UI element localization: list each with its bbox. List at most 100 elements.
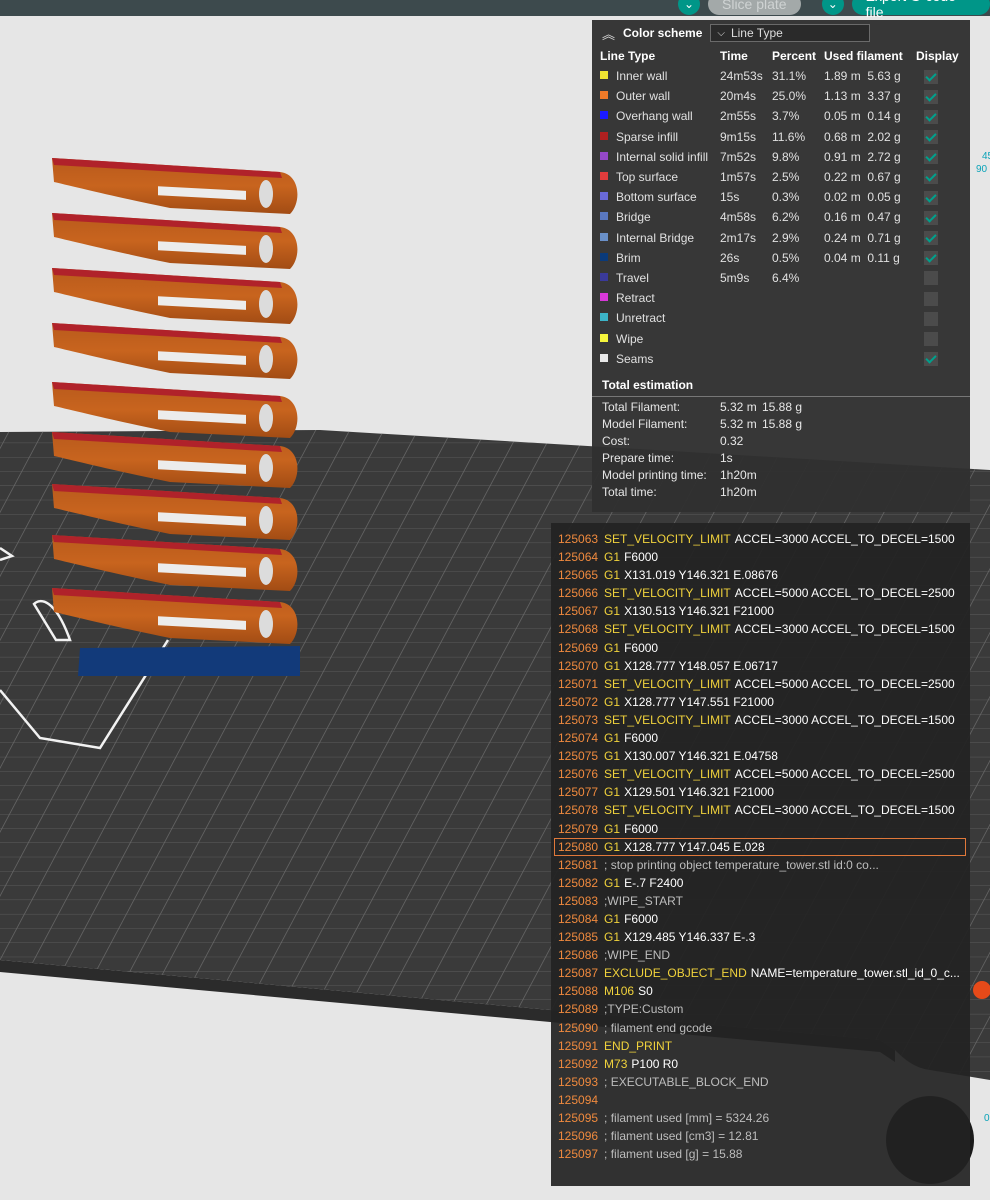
gcode-line[interactable]: 125069 G1 F6000: [551, 639, 970, 657]
display-checkbox[interactable]: [924, 291, 938, 306]
gcode-line[interactable]: 125076 SET_VELOCITY_LIMIT ACCEL=5000 ACCEL…: [551, 765, 970, 783]
gcode-command: G1: [604, 604, 621, 619]
gcode-params: ACCEL=5000 ACCEL_TO_DECEL=2500: [734, 586, 955, 601]
gcode-line[interactable]: 125084 G1 F6000: [551, 910, 970, 928]
display-checkbox[interactable]: [924, 352, 938, 367]
gcode-line[interactable]: 125064 G1 F6000: [551, 548, 970, 566]
chevron-down-icon[interactable]: ⌄: [822, 0, 844, 15]
display-checkbox[interactable]: [924, 150, 938, 165]
chevron-down-icon[interactable]: ⌄: [678, 0, 700, 15]
display-checkbox[interactable]: [924, 69, 938, 84]
gcode-line[interactable]: 125067 G1 X130.513 Y146.321 F21000: [551, 602, 970, 620]
display-checkbox[interactable]: [924, 109, 938, 124]
gcode-line[interactable]: 125092 M73 P100 R0: [551, 1055, 970, 1073]
percent-cell: [772, 349, 824, 369]
display-checkbox[interactable]: [924, 89, 938, 104]
gcode-line[interactable]: 125079 G1 F6000: [551, 820, 970, 838]
line-number: 125088: [558, 984, 599, 999]
display-checkbox[interactable]: [924, 331, 938, 346]
line-type-cell: Top surface: [600, 167, 720, 187]
tower-block: [52, 213, 298, 269]
col-header-percent: Percent: [772, 49, 817, 63]
gcode-line[interactable]: 125088 M106 S0: [551, 982, 970, 1000]
gcode-line[interactable]: 125094: [551, 1091, 970, 1109]
color-swatch: [600, 71, 608, 80]
line-type-cell: Brim: [600, 248, 720, 268]
display-checkbox[interactable]: [924, 311, 938, 326]
display-checkbox[interactable]: [924, 170, 938, 185]
gcode-command: M73: [604, 1056, 628, 1071]
line-type-name: Retract: [616, 291, 655, 306]
gcode-line[interactable]: 125068 SET_VELOCITY_LIMIT ACCEL=3000 ACCEL…: [551, 620, 970, 638]
line-number: 125081: [558, 857, 599, 872]
gcode-line[interactable]: 125097 ; filament used [g] = 15.88: [551, 1145, 970, 1163]
display-checkbox[interactable]: [924, 231, 938, 245]
line-number: 125066: [558, 586, 599, 601]
gcode-line[interactable]: 125072 G1 X128.777 Y147.551 F21000: [551, 693, 970, 711]
total-estimation-title: Total estimation: [602, 377, 694, 392]
gcode-command: G1: [604, 694, 621, 709]
line-type-table: Line Type Time Percent Used filament Dis…: [600, 46, 963, 369]
gcode-params: X131.019 Y146.321 E.08676: [624, 568, 778, 583]
gcode-viewer[interactable]: 125063 SET_VELOCITY_LIMIT ACCEL=3000 ACCEL…: [551, 523, 970, 1186]
gcode-params: ACCEL=3000 ACCEL_TO_DECEL=1500: [734, 622, 955, 637]
estimation-label: Prepare time:: [602, 451, 675, 466]
color-swatch: [600, 232, 608, 241]
gcode-line[interactable]: 125073 SET_VELOCITY_LIMIT ACCEL=3000 ACCEL…: [551, 711, 970, 729]
gcode-line[interactable]: 125093 ; EXECUTABLE_BLOCK_END: [551, 1073, 970, 1091]
line-number: 125068: [558, 622, 599, 637]
gcode-line[interactable]: 125095 ; filament used [mm] = 5324.26: [551, 1109, 970, 1127]
display-checkbox[interactable]: [924, 130, 938, 145]
legend-row: Brim 26s 0.5% 0.04 m 0.11 g: [600, 248, 963, 268]
filament-weight: 0.14 g: [867, 109, 901, 124]
gcode-params: X130.513 Y146.321 F21000: [624, 604, 774, 619]
collapse-icon[interactable]: ︽: [602, 24, 615, 43]
gcode-command: G1: [604, 658, 621, 673]
gcode-line[interactable]: 125087 EXCLUDE_OBJECT_END NAME=temperature…: [551, 964, 970, 982]
gcode-command: SET_VELOCITY_LIMIT: [604, 676, 731, 691]
gcode-line[interactable]: 125075 G1 X130.007 Y146.321 E.04758: [551, 747, 970, 765]
display-checkbox[interactable]: [924, 210, 938, 225]
gcode-command: EXCLUDE_OBJECT_END: [604, 966, 747, 981]
line-number: 125078: [558, 803, 599, 818]
export-gcode-button[interactable]: ⌄ Export G-code file: [822, 0, 990, 20]
color-swatch: [600, 192, 608, 201]
line-number: 125079: [558, 821, 599, 836]
tower-block: [52, 268, 298, 324]
gcode-line[interactable]: 125071 SET_VELOCITY_LIMIT ACCEL=5000 ACCEL…: [551, 675, 970, 693]
gcode-line[interactable]: 125077 G1 X129.501 Y146.321 F21000: [551, 783, 970, 801]
gcode-line[interactable]: 125083 ;WIPE_START: [551, 892, 970, 910]
gcode-line[interactable]: 125066 SET_VELOCITY_LIMIT ACCEL=5000 ACCEL…: [551, 584, 970, 602]
line-type-name: Seams: [616, 351, 654, 366]
estimation-value-secondary: 15.88 g: [762, 400, 803, 415]
gcode-line[interactable]: 125091 END_PRINT: [551, 1037, 970, 1055]
slice-plate-button[interactable]: ⌄ Slice plate: [678, 0, 801, 16]
time-cell: 7m52s: [720, 149, 757, 164]
gcode-command: G1: [604, 550, 621, 565]
gcode-line[interactable]: 125085 G1 X129.485 Y146.337 E-.3: [551, 928, 970, 946]
display-cell: [916, 228, 963, 248]
gcode-line[interactable]: 125078 SET_VELOCITY_LIMIT ACCEL=3000 ACCEL…: [551, 801, 970, 819]
line-type-cell: Outer wall: [600, 86, 720, 106]
gcode-line[interactable]: 125086 ;WIPE_END: [551, 946, 970, 964]
gcode-line[interactable]: 125070 G1 X128.777 Y148.057 E.06717: [551, 657, 970, 675]
display-checkbox[interactable]: [924, 271, 938, 286]
display-checkbox[interactable]: [924, 251, 938, 266]
gcode-line[interactable]: 125089 ;TYPE:Custom: [551, 1000, 970, 1018]
color-scheme-value: Line Type: [730, 26, 783, 40]
gcode-params: S0: [638, 984, 653, 999]
gcode-line[interactable]: 125081 ; stop printing object temperature…: [551, 856, 970, 874]
gcode-line[interactable]: 125063 SET_VELOCITY_LIMIT ACCEL=3000 ACCEL…: [551, 530, 970, 548]
gcode-line[interactable]: 125096 ; filament used [cm3] = 12.81: [551, 1127, 970, 1145]
display-cell: [916, 187, 963, 207]
color-scheme-select[interactable]: ⌵ Line Type: [710, 24, 871, 42]
display-checkbox[interactable]: [924, 190, 938, 205]
gcode-line-current[interactable]: 125080 G1 X128.777 Y147.045 E.028: [554, 837, 966, 856]
line-type-cell: Retract: [600, 288, 720, 308]
gcode-line[interactable]: 125065 G1 X131.019 Y146.321 E.08676: [551, 566, 970, 584]
gcode-line[interactable]: 125090 ; filament end gcode: [551, 1019, 970, 1037]
gcode-line[interactable]: 125074 G1 F6000: [551, 729, 970, 747]
gcode-line[interactable]: 125082 G1 E-.7 F2400: [551, 874, 970, 892]
gcode-command: SET_VELOCITY_LIMIT: [604, 767, 731, 782]
used-filament-cell: [824, 288, 916, 308]
